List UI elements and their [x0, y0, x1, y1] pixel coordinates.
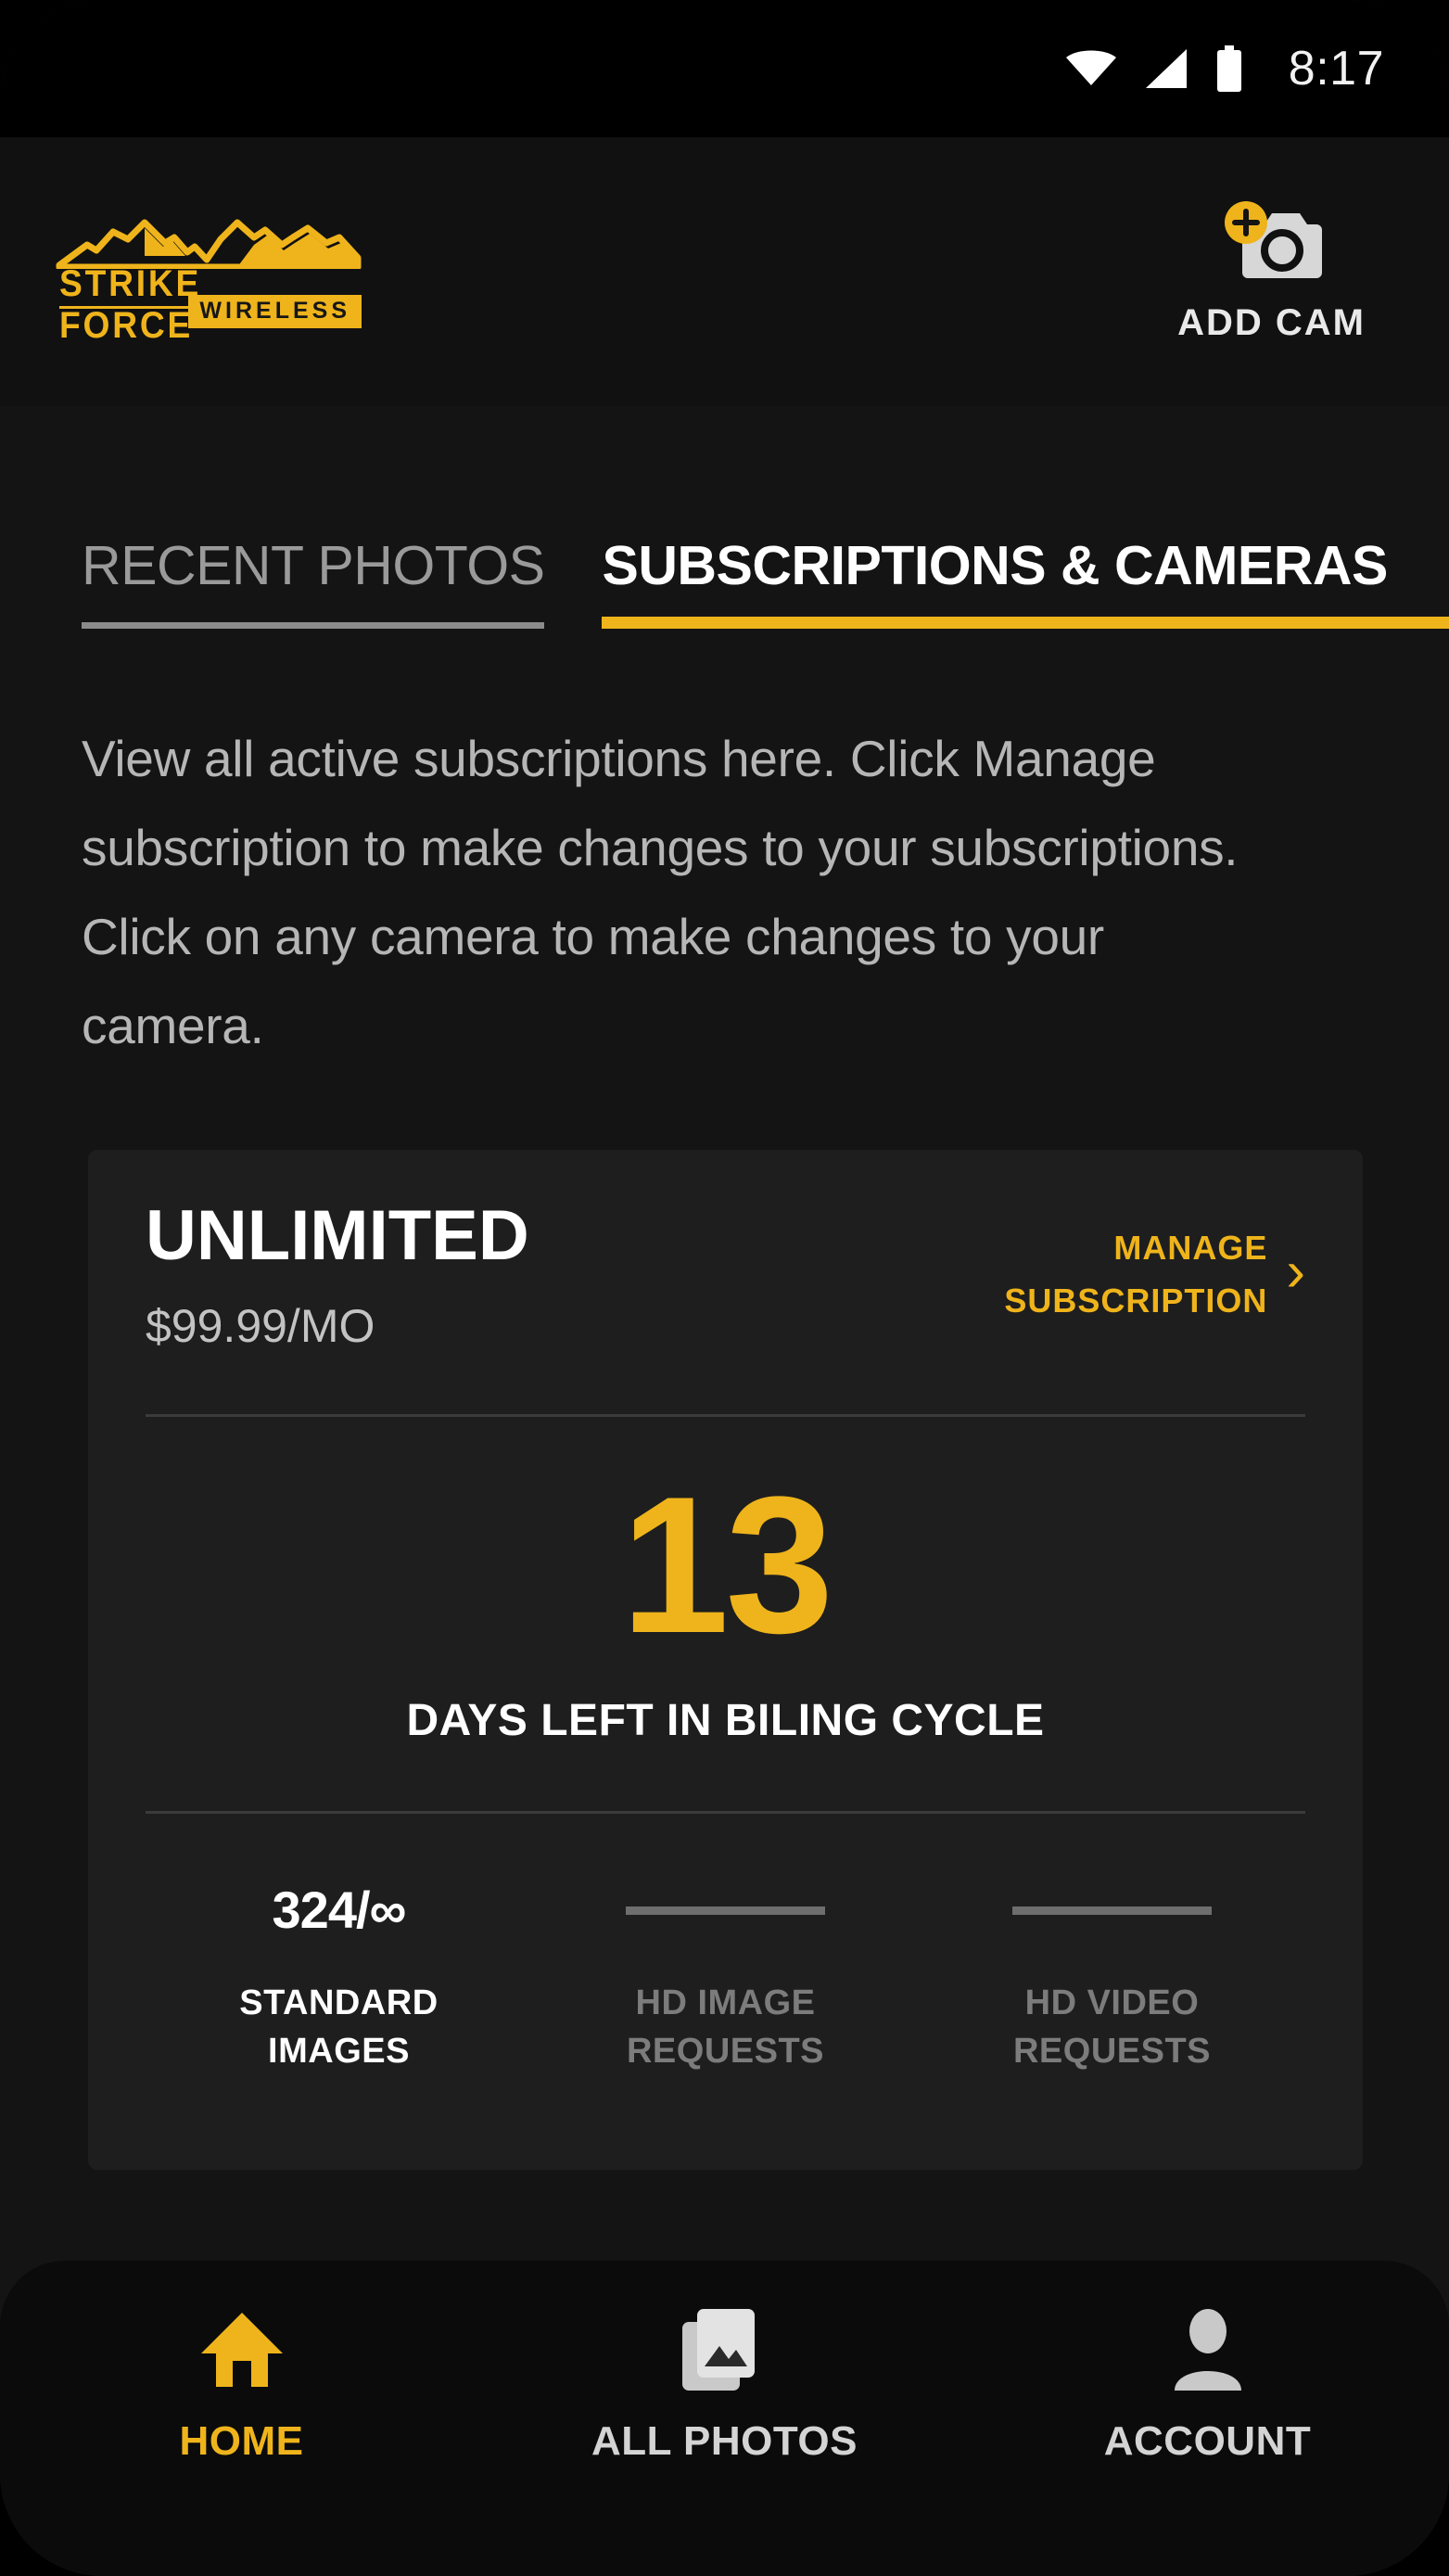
camera-plus-icon: [1220, 200, 1324, 286]
tab-recent-photos[interactable]: RECENT PHOTOS: [82, 534, 545, 629]
battery-icon: [1214, 45, 1244, 92]
nav-item-all-photos-label: ALL PHOTOS: [591, 2418, 858, 2464]
nav-item-home-label: HOME: [179, 2418, 304, 2464]
stat-hd-image-requests-label: HD IMAGE REQUESTS: [626, 1983, 825, 2071]
cellular-signal-icon: [1142, 47, 1190, 90]
tab-subscriptions-cameras-label: SUBSCRIPTIONS & CAMERAS: [602, 535, 1388, 596]
stat-hd-video-requests: HD VIDEO REQUESTS: [919, 1881, 1305, 2075]
usage-stats-row: 324/∞ STANDARD IMAGES HD IMAGE REQUESTS …: [88, 1814, 1363, 2075]
subscription-card-header: UNLIMITED $99.99/MO MANAGE SUBSCRIPTION …: [88, 1196, 1363, 1352]
add-cam-label: ADD CAM: [1177, 301, 1366, 343]
stat-standard-images-value: 324/∞: [272, 1880, 407, 1939]
chevron-right-icon: ›: [1286, 1240, 1305, 1304]
plan-info: UNLIMITED $99.99/MO: [146, 1196, 529, 1352]
manage-line-2: SUBSCRIPTION: [1004, 1282, 1268, 1320]
days-left-number: 13: [620, 1456, 834, 1674]
add-cam-button[interactable]: ADD CAM: [1177, 200, 1393, 344]
days-left-label: DAYS LEFT IN BILING CYCLE: [406, 1695, 1045, 1745]
tab-recent-photos-label: RECENT PHOTOS: [82, 535, 545, 596]
stat-hd-image-dash-icon: [626, 1906, 825, 1915]
manage-subscription-button[interactable]: MANAGE SUBSCRIPTION ›: [1004, 1201, 1305, 1327]
manage-subscription-label: MANAGE SUBSCRIPTION: [1004, 1221, 1267, 1327]
plan-price: $99.99/MO: [146, 1300, 375, 1352]
tab-underline-active: [602, 617, 1449, 629]
person-icon: [1165, 2305, 1251, 2394]
stat-standard-images-label: STANDARD IMAGES: [239, 1983, 439, 2071]
mountain-range-icon: [56, 219, 362, 269]
nav-item-all-photos[interactable]: ALL PHOTOS: [483, 2305, 966, 2465]
stat-hd-image-requests: HD IMAGE REQUESTS: [532, 1881, 919, 2075]
stat-hd-video-dash-icon: [1012, 1906, 1212, 1915]
tab-bar: RECENT PHOTOS SUBSCRIPTIONS & CAMERAS: [0, 406, 1449, 629]
app-header: STRIKE FORCE WIRELESS ADD CAM: [0, 137, 1449, 406]
home-icon: [197, 2305, 286, 2394]
billing-cycle-block: 13 DAYS LEFT IN BILING CYCLE: [88, 1417, 1363, 1746]
status-bar: 8:17: [0, 0, 1449, 137]
wifi-icon: [1064, 48, 1118, 89]
stat-hd-video-requests-label: HD VIDEO REQUESTS: [1012, 1983, 1212, 2071]
subscription-card[interactable]: UNLIMITED $99.99/MO MANAGE SUBSCRIPTION …: [88, 1150, 1363, 2170]
tab-subscriptions-cameras[interactable]: SUBSCRIPTIONS & CAMERAS: [602, 534, 1449, 629]
tab-underline-inactive: [82, 622, 545, 629]
nav-item-account[interactable]: ACCOUNT: [966, 2305, 1449, 2465]
bottom-navigation: HOME ALL PHOTOS ACCOUNT: [0, 2261, 1449, 2576]
brand-logo: STRIKE FORCE WIRELESS: [56, 211, 362, 346]
nav-item-account-label: ACCOUNT: [1103, 2418, 1312, 2464]
nav-item-home[interactable]: HOME: [0, 2305, 483, 2465]
app-screen: 8:17 STRIKE FORCE WIRELESS ADD CAM RECEN…: [0, 0, 1449, 2576]
status-time: 8:17: [1288, 42, 1384, 96]
photos-stack-icon: [679, 2305, 771, 2394]
stat-standard-images: 324/∞ STANDARD IMAGES: [146, 1881, 532, 2075]
logo-badge: WIRELESS: [188, 295, 362, 328]
plan-name: UNLIMITED: [146, 1196, 529, 1275]
page-description: View all active subscriptions here. Clic…: [82, 730, 1239, 1054]
manage-line-1: MANAGE: [1113, 1229, 1268, 1267]
